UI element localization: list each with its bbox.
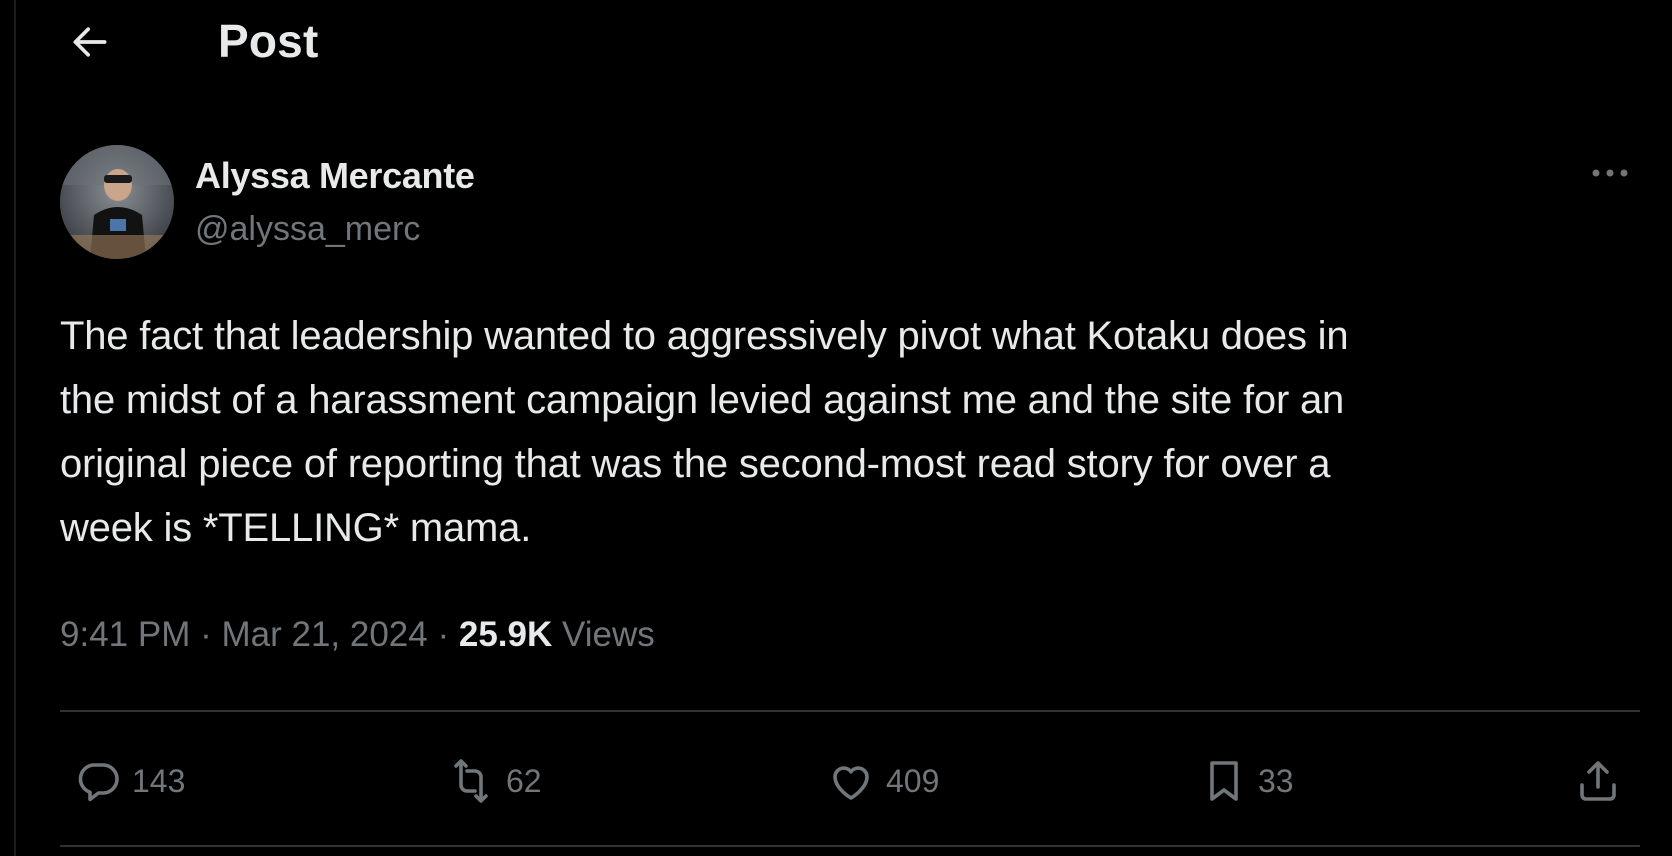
author-name[interactable]: Alyssa Mercante	[195, 155, 475, 197]
like-button[interactable]: 409	[826, 738, 939, 824]
reply-count: 143	[132, 762, 186, 799]
author-handle[interactable]: @alyssa_merc	[195, 210, 420, 249]
bookmark-count: 33	[1258, 762, 1294, 799]
share-button[interactable]	[1574, 738, 1622, 824]
like-count: 409	[886, 762, 940, 799]
post-text: The fact that leadership wanted to aggre…	[60, 314, 1349, 550]
views-label: Views	[562, 615, 655, 654]
bookmark-button[interactable]: 33	[1200, 738, 1294, 824]
divider	[60, 845, 1640, 847]
reply-icon	[74, 757, 122, 805]
views-count: 25.9K	[458, 615, 553, 654]
meta-separator: ·	[437, 615, 450, 654]
post-header: Post	[0, 0, 1672, 90]
post-date[interactable]: Mar 21, 2024	[221, 615, 427, 654]
back-button[interactable]	[62, 18, 118, 66]
reply-button[interactable]: 143	[74, 738, 185, 824]
post-time[interactable]: 9:41 PM	[60, 615, 190, 654]
column-border	[14, 0, 16, 856]
arrow-left-icon	[68, 20, 112, 64]
more-options-button[interactable]	[1585, 158, 1635, 188]
share-icon	[1574, 757, 1622, 805]
repost-button[interactable]: 62	[446, 738, 542, 824]
page-title: Post	[218, 15, 319, 67]
repost-icon	[446, 757, 496, 805]
action-bar: 143 62 409 33	[0, 738, 1672, 824]
post-meta: 9:41 PM · Mar 21, 2024 · 25.9K Views	[60, 615, 655, 655]
more-horizontal-icon	[1590, 167, 1630, 179]
divider	[60, 710, 1640, 712]
repost-count: 62	[506, 762, 542, 799]
heart-icon	[826, 757, 876, 805]
bookmark-icon	[1200, 757, 1248, 805]
meta-separator: ·	[200, 615, 212, 654]
avatar[interactable]	[60, 145, 174, 259]
